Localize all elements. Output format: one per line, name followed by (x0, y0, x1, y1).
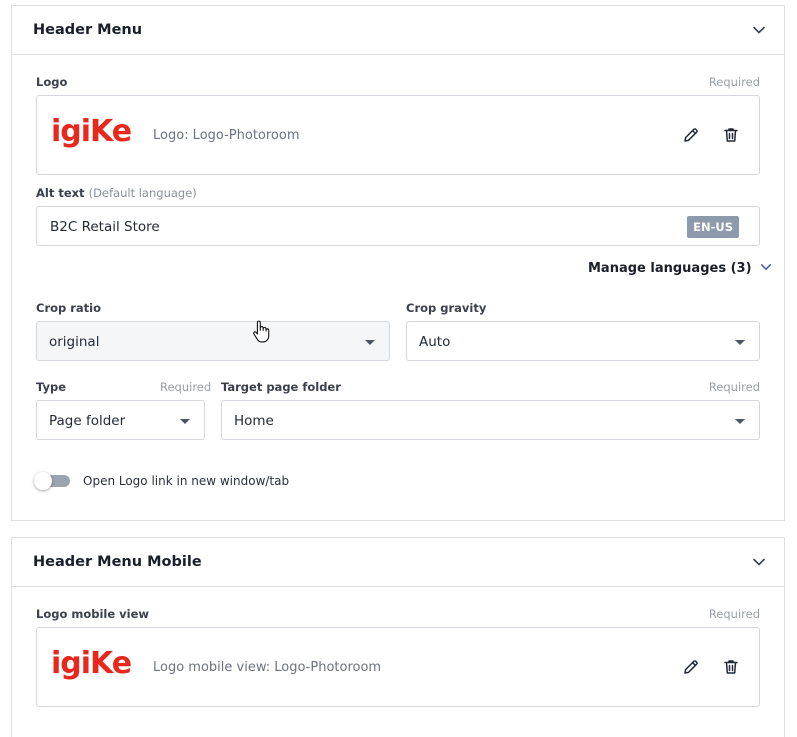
manage-languages-button[interactable]: Manage languages (3) (588, 261, 772, 276)
panel-title: Header Menu (33, 22, 143, 38)
type-value: Page folder (49, 413, 126, 429)
logo-caption: Logo: Logo-Photoroom (153, 128, 300, 143)
crop-ratio-label: Crop ratio (36, 301, 102, 315)
logo-mobile-label: Logo mobile view (36, 607, 150, 621)
pencil-icon[interactable] (682, 126, 700, 144)
chevron-down-icon (760, 264, 772, 270)
header-menu-mobile-panel-header[interactable]: Header Menu Mobile (12, 538, 784, 587)
target-page-folder-value: Home (234, 413, 274, 429)
trash-icon[interactable] (722, 126, 740, 144)
caret-down-icon (735, 419, 745, 424)
pencil-icon[interactable] (682, 658, 700, 676)
logo-picker[interactable]: igiKe Logo: Logo-Photoroom (36, 95, 760, 175)
logo-label: Logo (36, 75, 68, 89)
crop-gravity-label: Crop gravity (406, 301, 487, 315)
type-select[interactable]: Page folder (36, 400, 205, 440)
manage-languages-label: Manage languages (3) (588, 261, 752, 276)
crop-ratio-value: original (49, 334, 100, 350)
caret-down-icon (180, 419, 190, 424)
logo-mobile-caption: Logo mobile view: Logo-Photoroom (153, 660, 382, 675)
target-page-folder-select[interactable]: Home (221, 400, 760, 440)
alt-text-input[interactable]: B2C Retail Store EN-US (36, 206, 760, 246)
crop-gravity-value: Auto (419, 334, 451, 350)
logo-mobile-thumbnail: igiKe (51, 646, 132, 681)
header-menu-panel-header[interactable]: Header Menu (12, 6, 784, 55)
chevron-down-icon[interactable] (752, 555, 766, 569)
language-badge: EN-US (687, 216, 739, 238)
type-required-label: Required (160, 380, 212, 394)
alt-text-label: Alt text (Default language) (36, 186, 197, 200)
alt-text-value: B2C Retail Store (50, 219, 160, 235)
crop-gravity-select[interactable]: Auto (406, 321, 760, 361)
target-page-folder-required-label: Required (708, 380, 760, 394)
panel-title: Header Menu Mobile (33, 554, 202, 570)
type-label: Type (36, 380, 67, 394)
target-page-folder-label: Target page folder (221, 380, 341, 394)
open-new-window-label: Open Logo link in new window/tab (83, 474, 290, 488)
alt-text-hint: (Default language) (88, 186, 197, 200)
chevron-down-icon[interactable] (752, 23, 766, 37)
logo-required-label: Required (708, 75, 760, 89)
caret-down-icon (365, 340, 375, 345)
logo-mobile-required-label: Required (708, 607, 760, 621)
trash-icon[interactable] (722, 658, 740, 676)
logo-mobile-picker[interactable]: igiKe Logo mobile view: Logo-Photoroom (36, 627, 760, 707)
crop-ratio-select[interactable]: original (36, 321, 390, 361)
toggle-knob (34, 472, 52, 490)
hand-pointer-icon (253, 320, 270, 343)
alt-text-label-text: Alt text (36, 186, 85, 200)
logo-thumbnail: igiKe (51, 114, 132, 149)
open-new-window-toggle[interactable] (34, 471, 74, 491)
caret-down-icon (735, 340, 745, 345)
